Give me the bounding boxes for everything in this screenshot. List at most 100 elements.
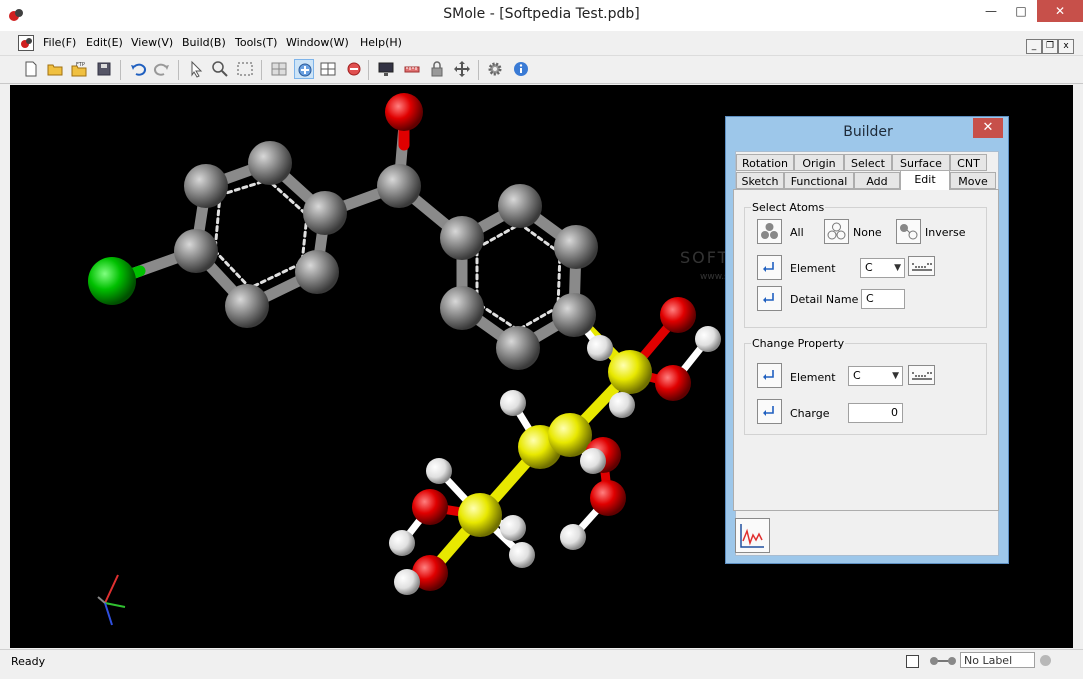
oxygen-atom bbox=[590, 480, 626, 516]
charge-field[interactable]: 0 bbox=[848, 403, 903, 423]
menu-file[interactable]: File(F) bbox=[43, 36, 76, 49]
ruler-icon[interactable] bbox=[402, 59, 422, 79]
undo-icon[interactable] bbox=[128, 59, 148, 79]
menu-window[interactable]: Window(W) bbox=[286, 36, 349, 49]
maximize-button[interactable]: □ bbox=[1006, 0, 1036, 22]
menu-view[interactable]: View(V) bbox=[131, 36, 173, 49]
hydrogen-atom bbox=[394, 569, 420, 595]
carbon-atom bbox=[552, 293, 596, 337]
redo-icon[interactable] bbox=[152, 59, 172, 79]
tab-edit[interactable]: Edit bbox=[900, 170, 950, 190]
select-inverse-button[interactable] bbox=[896, 219, 921, 244]
close-button[interactable]: ✕ bbox=[1037, 0, 1083, 22]
add-atom-icon[interactable] bbox=[294, 59, 314, 79]
oxygen-atom bbox=[412, 489, 448, 525]
tab-select[interactable]: Select bbox=[844, 154, 892, 171]
document-icon[interactable] bbox=[18, 35, 34, 51]
carbon-atom bbox=[174, 229, 218, 273]
sulfur-atom bbox=[548, 413, 592, 457]
chevron-down-icon: ▼ bbox=[894, 263, 901, 273]
mdi-close-button[interactable]: x bbox=[1058, 39, 1074, 54]
bond-icon[interactable] bbox=[929, 654, 957, 668]
chlorine-atom bbox=[88, 257, 136, 305]
status-checkbox[interactable] bbox=[906, 655, 919, 668]
gear-icon[interactable] bbox=[485, 59, 505, 79]
monitor-icon[interactable] bbox=[376, 59, 396, 79]
spectrum-button[interactable] bbox=[735, 518, 770, 553]
select-element-value: C bbox=[865, 261, 873, 274]
zoom-icon[interactable] bbox=[210, 59, 230, 79]
carbon-atom bbox=[440, 216, 484, 260]
grid-view-icon[interactable] bbox=[269, 59, 289, 79]
hydrogen-atom bbox=[500, 515, 526, 541]
periodic-table-button[interactable] bbox=[908, 365, 935, 385]
menu-build[interactable]: Build(B) bbox=[182, 36, 226, 49]
select-all-button[interactable] bbox=[757, 219, 782, 244]
chevron-down-icon: ▼ bbox=[892, 371, 899, 381]
menu-tools[interactable]: Tools(T) bbox=[235, 36, 277, 49]
status-indicator bbox=[1040, 655, 1051, 666]
sulfur-atom bbox=[458, 493, 502, 537]
change-element-dropdown[interactable]: C ▼ bbox=[848, 366, 903, 386]
tab-rotation[interactable]: Rotation bbox=[736, 154, 794, 171]
new-file-icon[interactable] bbox=[21, 59, 41, 79]
title-bar: SMole - [Softpedia Test.pdb] — □ ✕ bbox=[0, 0, 1083, 31]
hydrogen-atom bbox=[580, 448, 606, 474]
minimize-button[interactable]: — bbox=[976, 0, 1006, 22]
oxygen-atom bbox=[385, 93, 423, 131]
carbon-atom bbox=[303, 191, 347, 235]
carbon-atom bbox=[498, 184, 542, 228]
tab-cnt[interactable]: CNT bbox=[950, 154, 987, 171]
lock-icon[interactable] bbox=[427, 59, 447, 79]
change-element-label: Element bbox=[790, 371, 836, 384]
window-title: SMole - [Softpedia Test.pdb] bbox=[443, 6, 640, 22]
status-bar bbox=[0, 649, 1083, 679]
periodic-table-button[interactable] bbox=[908, 256, 935, 276]
tab-origin[interactable]: Origin bbox=[794, 154, 844, 171]
carbon-atom bbox=[248, 141, 292, 185]
toolbar-separator bbox=[178, 60, 179, 80]
tab-move[interactable]: Move bbox=[950, 172, 996, 189]
label-dropdown[interactable]: No Label bbox=[960, 652, 1035, 668]
select-none-button[interactable] bbox=[824, 219, 849, 244]
change-element-apply-button[interactable] bbox=[757, 363, 782, 388]
box-select-icon[interactable] bbox=[235, 59, 255, 79]
hydrogen-atom bbox=[389, 530, 415, 556]
mdi-minimize-button[interactable]: _ bbox=[1026, 39, 1042, 54]
toolbar-separator bbox=[261, 60, 262, 80]
tab-add[interactable]: Add bbox=[854, 172, 900, 189]
axes-indicator bbox=[97, 574, 126, 626]
menu-help[interactable]: Help(H) bbox=[360, 36, 402, 49]
builder-close-button[interactable]: ✕ bbox=[973, 118, 1003, 138]
split-view-icon[interactable] bbox=[318, 59, 338, 79]
change-charge-apply-button[interactable] bbox=[757, 399, 782, 424]
detail-name-field[interactable]: C bbox=[861, 289, 905, 309]
tab-sketch[interactable]: Sketch bbox=[736, 172, 784, 189]
move-arrows-icon[interactable] bbox=[452, 59, 472, 79]
select-element-apply-button[interactable] bbox=[757, 255, 782, 280]
hydrogen-atom bbox=[500, 390, 526, 416]
save-icon[interactable] bbox=[94, 59, 114, 79]
tab-functional[interactable]: Functional bbox=[784, 172, 854, 189]
ftp-folder-icon[interactable]: FTP bbox=[69, 59, 89, 79]
carbon-atom bbox=[184, 164, 228, 208]
menu-edit[interactable]: Edit(E) bbox=[86, 36, 123, 49]
hydrogen-atom bbox=[509, 542, 535, 568]
toolbar-separator bbox=[120, 60, 121, 80]
tab-surface[interactable]: Surface bbox=[892, 154, 950, 171]
oxygen-atom bbox=[660, 297, 696, 333]
pointer-icon[interactable] bbox=[186, 59, 206, 79]
mdi-restore-button[interactable]: ❐ bbox=[1042, 39, 1058, 54]
oxygen-atom bbox=[655, 365, 691, 401]
toolbar-separator bbox=[478, 60, 479, 80]
change-element-value: C bbox=[853, 369, 861, 382]
info-icon[interactable] bbox=[511, 59, 531, 79]
remove-atom-icon[interactable] bbox=[344, 59, 364, 79]
select-detail-apply-button[interactable] bbox=[757, 286, 782, 311]
atoms bbox=[88, 93, 721, 595]
status-text: Ready bbox=[11, 655, 46, 668]
toolbar-separator bbox=[368, 60, 369, 80]
open-folder-icon[interactable] bbox=[45, 59, 65, 79]
select-inverse-label: Inverse bbox=[925, 226, 966, 239]
select-element-dropdown[interactable]: C ▼ bbox=[860, 258, 905, 278]
